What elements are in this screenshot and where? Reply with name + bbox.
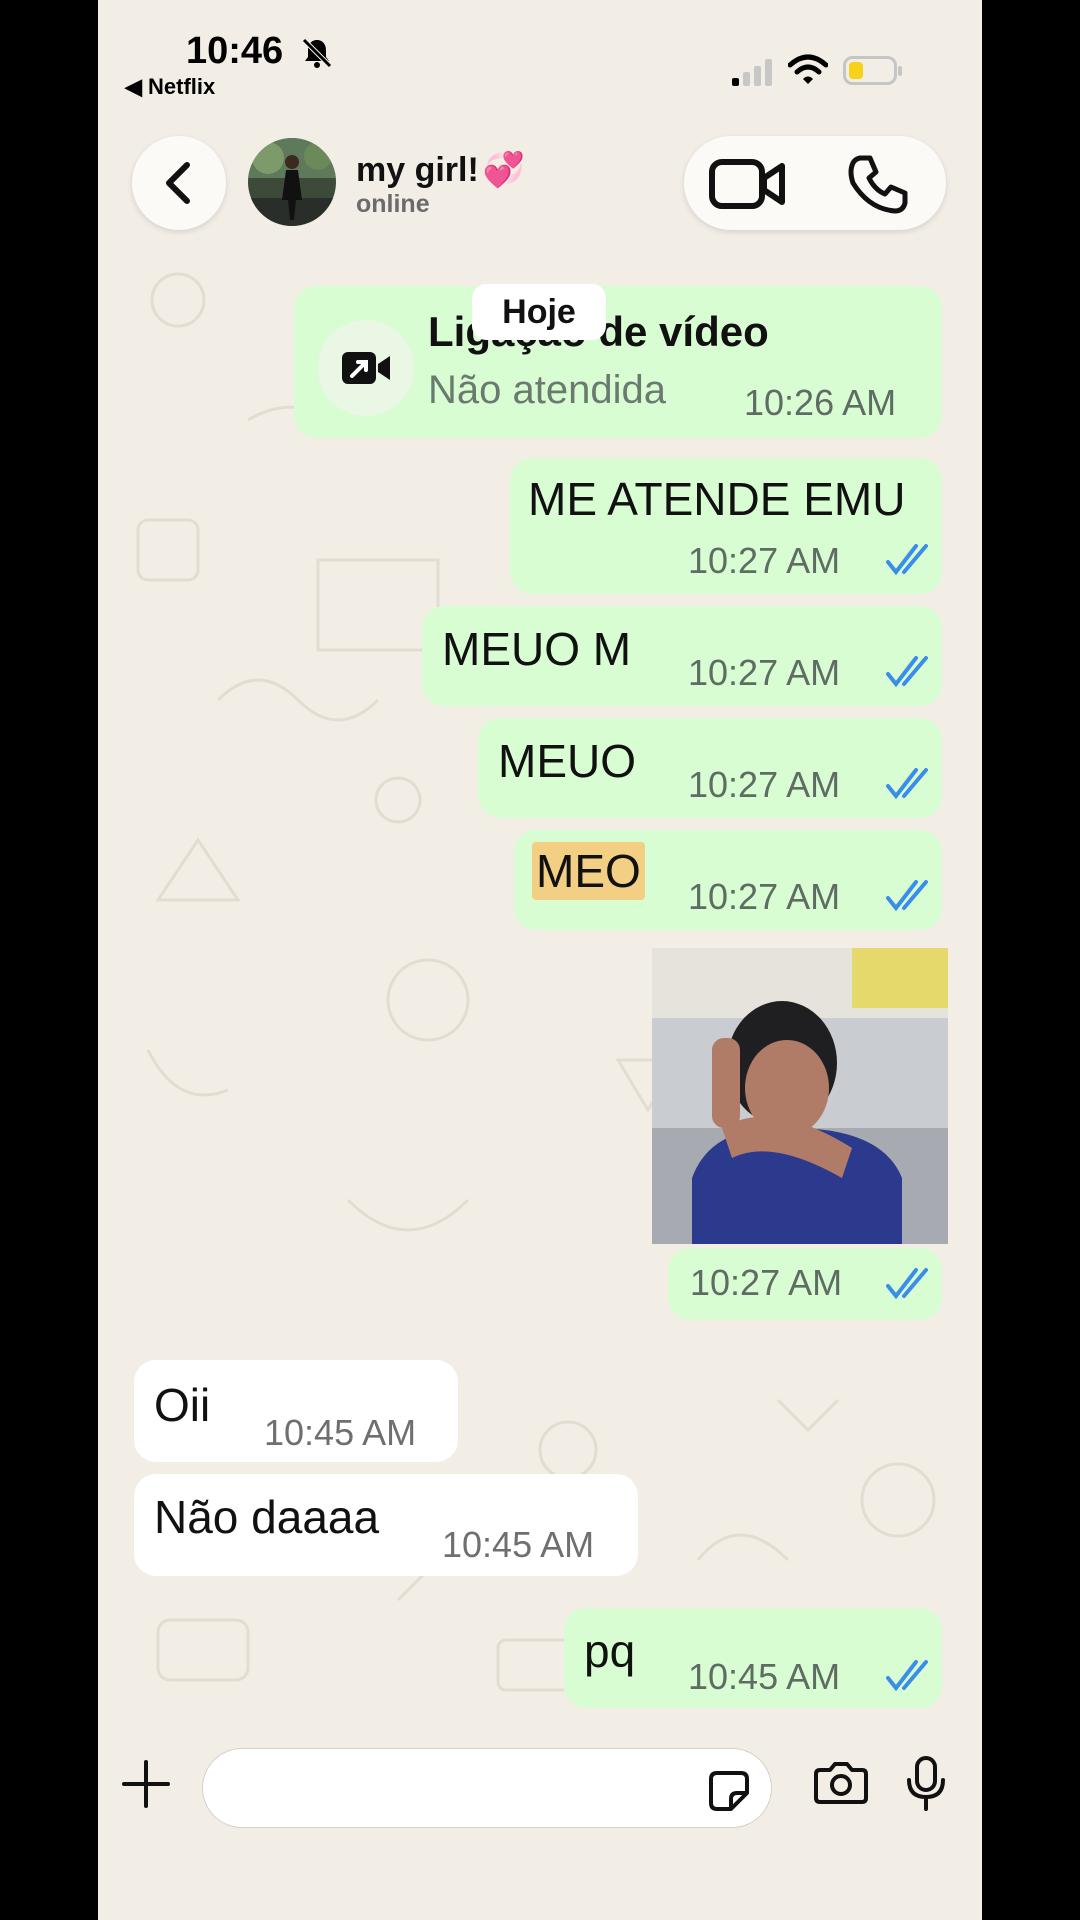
- message-time: 10:27 AM: [688, 652, 841, 693]
- add-attachment-button[interactable]: [118, 1756, 174, 1812]
- date-divider: Hoje: [472, 284, 606, 340]
- read-receipt-icon: [886, 1268, 928, 1300]
- message-bubble-incoming[interactable]: Não daaaa 10:45 AM: [134, 1474, 638, 1576]
- message-time: 10:45 AM: [688, 1656, 841, 1697]
- message-bubble[interactable]: MEUO 10:27 AM: [478, 718, 942, 818]
- message-text: MEUO M: [442, 623, 632, 675]
- message-time: 10:27 AM: [688, 540, 841, 581]
- missed-video-call-icon: [342, 352, 390, 384]
- call-actions: [684, 136, 946, 230]
- message-bubble-incoming[interactable]: Oii 10:45 AM: [134, 1360, 458, 1462]
- message-time: 10:27 AM: [688, 876, 841, 917]
- status-time: 10:46: [186, 30, 284, 72]
- call-card-icon-circle: [318, 320, 414, 416]
- contact-emoji: 💞: [482, 151, 526, 189]
- contact-name[interactable]: my girl! 💞: [356, 150, 525, 190]
- voice-call-icon[interactable]: [846, 152, 910, 216]
- read-receipt-icon: [886, 544, 928, 576]
- image-caption-bubble: 10:27 AM: [668, 1248, 942, 1320]
- message-text-highlighted: MEO: [532, 842, 645, 900]
- message-text: Não daaaa: [154, 1491, 380, 1543]
- message-input[interactable]: [202, 1748, 772, 1828]
- message-bubble[interactable]: MEUO M 10:27 AM: [422, 606, 942, 706]
- chat-screen: 10:46 ◀ Netflix my girl! 💞 online de víd…: [98, 0, 982, 1920]
- sticker-icon[interactable]: [707, 1769, 751, 1813]
- message-time: 10:27 AM: [690, 1262, 843, 1303]
- message-bubble[interactable]: ME ATENDE EMU 10:27 AM: [510, 458, 942, 594]
- message-bubble[interactable]: MEO 10:27 AM: [514, 830, 942, 930]
- message-text: pq: [584, 1625, 636, 1677]
- call-card-subtitle: Não atendida: [428, 368, 666, 412]
- wifi-icon: [788, 54, 828, 84]
- chevron-left-icon: [166, 162, 190, 204]
- camera-button[interactable]: [814, 1760, 868, 1804]
- call-card-time: 10:26 AM: [744, 382, 897, 423]
- message-text: Oii: [154, 1379, 211, 1431]
- message-text: MEUO: [498, 735, 636, 787]
- contact-avatar[interactable]: [248, 138, 336, 226]
- back-to-app-link[interactable]: ◀ Netflix: [125, 74, 215, 100]
- message-time: 10:27 AM: [688, 764, 841, 805]
- microphone-button[interactable]: [904, 1756, 948, 1812]
- contact-status: online: [356, 190, 430, 218]
- read-receipt-icon: [886, 656, 928, 688]
- read-receipt-icon: [886, 880, 928, 912]
- message-bubble[interactable]: pq 10:45 AM: [564, 1608, 942, 1708]
- message-time: 10:45 AM: [442, 1524, 595, 1565]
- image-message[interactable]: [652, 948, 948, 1244]
- bell-muted-icon: [302, 38, 332, 68]
- message-text: ME ATENDE EMU: [528, 473, 906, 525]
- missed-video-call-card[interactable]: Ligação de vídeo Não atendida 10:26 AM: [294, 286, 942, 438]
- read-receipt-icon: [886, 1660, 928, 1692]
- back-button[interactable]: [132, 136, 226, 230]
- contact-name-text: my girl!: [356, 150, 479, 189]
- battery-icon: [843, 56, 902, 85]
- video-call-icon[interactable]: [708, 156, 788, 212]
- read-receipt-icon: [886, 768, 928, 800]
- cellular-signal-icon: [732, 59, 772, 86]
- message-time: 10:45 AM: [264, 1412, 417, 1453]
